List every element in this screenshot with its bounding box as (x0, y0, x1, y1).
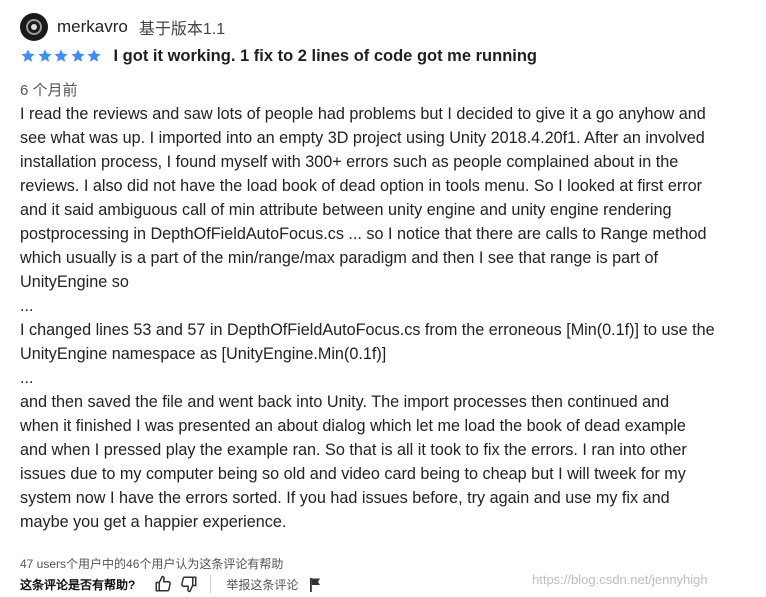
watermark-text: https://blog.csdn.net/jennyhigh (532, 572, 708, 587)
review-body-line: ... (20, 369, 34, 387)
review-body-line: which usually is a part of the min/range… (20, 249, 658, 267)
review-body-line: UnityEngine so (20, 273, 129, 291)
review-body-line: when it finished I was presented an abou… (20, 417, 686, 435)
star-rating (20, 48, 103, 64)
reviewed-version: 基于版本1.1 (138, 21, 226, 38)
review-body-line: issues due to my computer being so old a… (20, 465, 686, 483)
review-title: I got it working. 1 fix to 2 lines of co… (113, 46, 538, 65)
review-body-line: see what was up. I imported into an empt… (20, 129, 705, 147)
helpful-count: 47 users个用户中的46个用户认为这条评论有帮助 (20, 557, 284, 571)
review-body-line: reviews. I also did not have the load bo… (20, 177, 703, 195)
thumbs-up-button[interactable] (153, 574, 173, 594)
star-icon (70, 49, 85, 62)
thumbs-down-icon (181, 576, 197, 593)
review-body-line: installation process, I found myself wit… (20, 153, 679, 171)
helpful-feedback-row: 这条评论是否有帮助? 举报这条评论 (20, 573, 322, 595)
review-body-line: UnityEngine namespace as [UnityEngine.Mi… (20, 345, 387, 363)
review-body-line: system now I have the errors sorted. If … (20, 489, 670, 507)
review-body-line: ... (20, 297, 34, 315)
review-body-line: I changed lines 53 and 57 in DepthOfFiel… (20, 321, 715, 339)
review-body: I read the reviews and saw lots of peopl… (20, 102, 758, 534)
review-time: 6 个月前 (20, 82, 78, 99)
star-icon (21, 49, 35, 62)
reviewer-username[interactable]: merkavro (57, 17, 128, 37)
flag-button[interactable] (308, 576, 322, 592)
avatar-icon[interactable] (20, 13, 48, 41)
rating-line: I got it working. 1 fix to 2 lines of co… (20, 44, 537, 68)
flag-icon (310, 577, 321, 592)
review-body-line: and then saved the file and went back in… (20, 393, 670, 411)
review-body-line: maybe you get a happier experience. (20, 513, 287, 531)
thumbs-down-button[interactable] (179, 574, 199, 594)
report-review-link[interactable]: 举报这条评论 (226, 576, 298, 593)
star-icon (37, 49, 52, 62)
review-body-line: and when I pressed play the example ran.… (20, 441, 687, 459)
review-body-line: postprocessing in DepthOfFieldAutoFocus.… (20, 225, 707, 243)
avatar-dot (31, 24, 37, 30)
review-body-line: I read the reviews and saw lots of peopl… (20, 105, 706, 123)
thumbs-up-icon (155, 575, 172, 592)
helpful-question: 这条评论是否有帮助? (20, 577, 136, 592)
review-header: merkavro 基于版本1.1 (20, 12, 225, 42)
star-icon (54, 49, 68, 62)
star-icon (87, 49, 101, 62)
divider (210, 575, 212, 593)
review-body-line: and it said ambiguous call of min attrib… (20, 201, 672, 219)
